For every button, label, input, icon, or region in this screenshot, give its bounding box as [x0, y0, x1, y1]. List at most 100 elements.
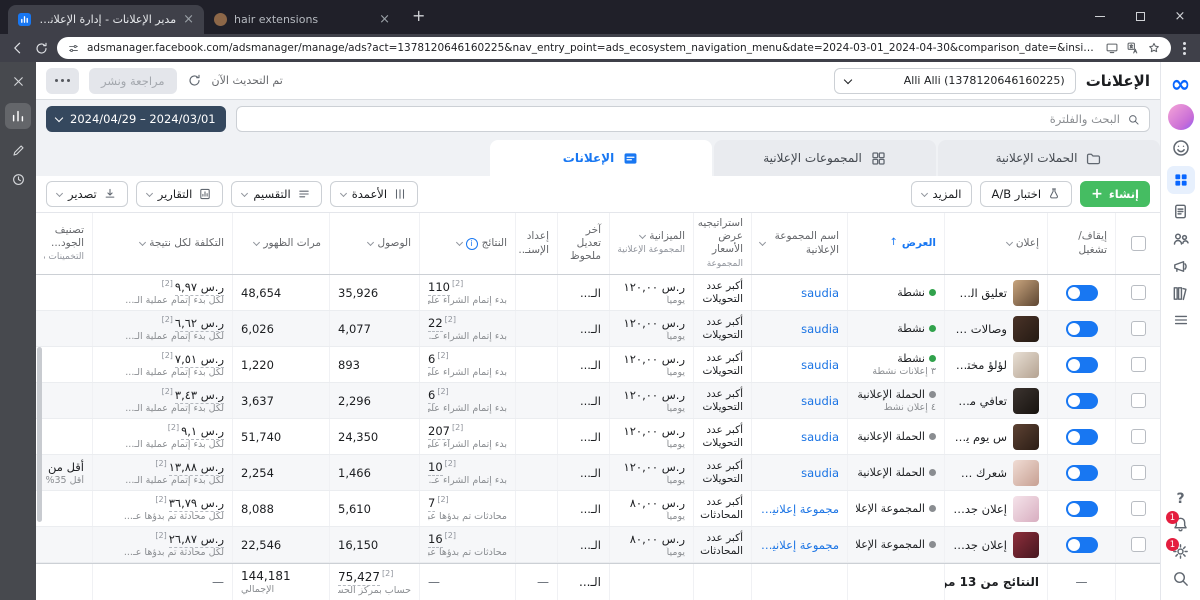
back-button[interactable] [10, 40, 26, 56]
ad-cell[interactable]: إعلان جديد.. [944, 491, 1047, 526]
bookmark-star-icon[interactable] [1147, 41, 1161, 55]
window-close-button[interactable]: × [1160, 0, 1200, 33]
nav-audiences[interactable] [1171, 229, 1191, 249]
ad-name[interactable]: شعرك طويـ.. [953, 466, 1007, 480]
search-input[interactable] [246, 112, 1120, 126]
ad-toggle[interactable] [1066, 501, 1098, 517]
ad-name[interactable]: وصالات شـ.. [953, 322, 1007, 336]
col-header-cost[interactable]: التكلفة لكل نتيجة [92, 213, 232, 274]
nav-billing[interactable] [1171, 202, 1190, 221]
more-dropdown[interactable]: المزيد [911, 181, 973, 207]
vertical-scrollbar[interactable] [37, 347, 42, 522]
export-dropdown[interactable]: تصدير [46, 181, 128, 207]
col-header-delivery[interactable]: العرض↑ [847, 213, 944, 274]
user-avatar[interactable] [1168, 104, 1194, 130]
nav-help[interactable]: ? [1176, 491, 1184, 507]
nav-library[interactable] [1171, 284, 1190, 303]
tab-adsets[interactable]: المجموعات الإعلانية [714, 140, 936, 176]
col-header-toggle[interactable]: إيقاف/ تشغيل [1047, 213, 1115, 274]
url-text[interactable]: adsmanager.facebook.com/adsmanager/manag… [87, 42, 1098, 54]
adset-link[interactable]: مجموعة إعلانية جديده بـ.. [760, 502, 839, 516]
adset-link[interactable]: saudia [760, 322, 839, 336]
ad-name[interactable]: تعليق المودل [953, 286, 1007, 300]
ad-toggle[interactable] [1066, 537, 1098, 553]
row-checkbox[interactable] [1131, 393, 1146, 408]
col-header-results[interactable]: النتائجi [419, 213, 515, 274]
browser-tab-hair-extensions[interactable]: hair extensions × [204, 5, 400, 34]
send-to-device-icon[interactable] [1105, 41, 1119, 55]
ad-cell[interactable]: شعرك طويـ.. [944, 455, 1047, 490]
ad-toggle[interactable] [1066, 393, 1098, 409]
ad-toggle[interactable] [1066, 285, 1098, 301]
tab-campaigns[interactable]: الحملات الإعلانية [938, 140, 1160, 176]
row-checkbox[interactable] [1131, 501, 1146, 516]
col-header-ad[interactable]: إعلان [944, 213, 1047, 274]
maximize-button[interactable] [1120, 0, 1160, 33]
adset-link[interactable]: saudia [760, 466, 839, 480]
ad-cell[interactable]: لؤلؤ مختلف [944, 347, 1047, 382]
adset-link[interactable]: saudia [760, 394, 839, 408]
row-checkbox[interactable] [1131, 285, 1146, 300]
ad-cell[interactable]: وصالات شـ.. [944, 311, 1047, 346]
search-filter-box[interactable] [236, 106, 1150, 132]
ad-cell[interactable]: تعليق المودل [944, 275, 1047, 310]
create-button[interactable]: إنشاء + [1080, 181, 1150, 207]
ad-cell[interactable]: س يوم يتبـ.. [944, 419, 1047, 454]
reports-dropdown[interactable]: التقارير [136, 181, 224, 207]
translate-icon[interactable] [1126, 41, 1140, 55]
date-range-picker[interactable]: 2024/04/29 – 2024/03/01 [46, 106, 226, 132]
ad-name[interactable]: إعلان جديد.. [953, 538, 1007, 552]
ab-test-button[interactable]: اختبار A/B [980, 181, 1072, 207]
adset-link[interactable]: saudia [760, 358, 839, 372]
nav-reactions[interactable] [1171, 138, 1191, 158]
adset-link[interactable]: saudia [760, 286, 839, 300]
columns-dropdown[interactable]: الأعمدة [330, 181, 418, 207]
info-icon[interactable]: i [466, 238, 478, 250]
new-tab-button[interactable]: + [400, 6, 437, 29]
col-header-impressions[interactable]: مرات الظهور [232, 213, 329, 274]
ad-toggle[interactable] [1066, 321, 1098, 337]
col-header-attribution[interactable]: إعداد الإسنـ.. [515, 213, 557, 274]
more-options-button[interactable] [46, 68, 79, 94]
nav-all-tools[interactable] [1172, 311, 1190, 329]
ad-name[interactable]: تعافي من تـ.. [953, 394, 1007, 408]
minimize-button[interactable] [1080, 0, 1120, 33]
address-bar[interactable]: adsmanager.facebook.com/adsmanager/manag… [57, 37, 1171, 59]
row-checkbox[interactable] [1131, 321, 1146, 336]
account-selector[interactable]: Alli Alli (1378120646160225) [834, 68, 1076, 94]
ad-name[interactable]: س يوم يتبـ.. [953, 430, 1007, 444]
tab-ads-active[interactable]: الإعلانات [490, 140, 712, 176]
browser-menu-icon[interactable] [1179, 42, 1190, 55]
breakdown-dropdown[interactable]: التقسيم [231, 181, 321, 207]
adset-link[interactable]: saudia [760, 430, 839, 444]
browser-tab-ads-manager[interactable]: مدير الإعلانات - إدارة الإعلانات - ال × [8, 5, 204, 34]
row-checkbox[interactable] [1131, 465, 1146, 480]
edit-pencil-icon[interactable] [11, 143, 26, 158]
col-header-adset[interactable]: اسم المجموعة الإعلانية [751, 213, 847, 274]
ad-name[interactable]: لؤلؤ مختلف [953, 358, 1007, 372]
nav-ads-manager-active[interactable] [1167, 166, 1195, 194]
col-header-last-edit[interactable]: آخر تعديل ملحوظ [557, 213, 609, 274]
row-checkbox[interactable] [1131, 429, 1146, 444]
refresh-button[interactable] [34, 41, 49, 56]
col-header-reach[interactable]: الوصول [329, 213, 419, 274]
close-panel-icon[interactable] [11, 74, 26, 89]
ad-cell[interactable]: إعلان جديد.. [944, 527, 1047, 562]
refresh-data-button[interactable] [187, 73, 202, 88]
tab-close-icon[interactable]: × [183, 12, 194, 27]
ad-cell[interactable]: تعافي من تـ.. [944, 383, 1047, 418]
ad-toggle[interactable] [1066, 357, 1098, 373]
col-header-budget[interactable]: الميزانيةالمجموعة الإعلانية [609, 213, 693, 274]
meta-logo[interactable]: ∞ [1171, 72, 1191, 96]
row-checkbox[interactable] [1131, 537, 1146, 552]
col-header-quality[interactable]: تصنيف الجود...التخمينات ملاحـ [36, 213, 92, 274]
ad-toggle[interactable] [1066, 465, 1098, 481]
ad-name[interactable]: إعلان جديد.. [953, 502, 1007, 516]
nav-search[interactable] [1171, 569, 1190, 588]
history-clock-icon[interactable] [11, 172, 26, 187]
ad-toggle[interactable] [1066, 429, 1098, 445]
review-publish-button[interactable]: مراجعة ونشر [89, 68, 177, 94]
nav-notifications[interactable]: 1 [1171, 515, 1190, 534]
site-info-icon[interactable] [67, 42, 80, 55]
col-header-bid[interactable]: استراتيجيه عرض الأسعارالمجموعة [693, 213, 751, 274]
